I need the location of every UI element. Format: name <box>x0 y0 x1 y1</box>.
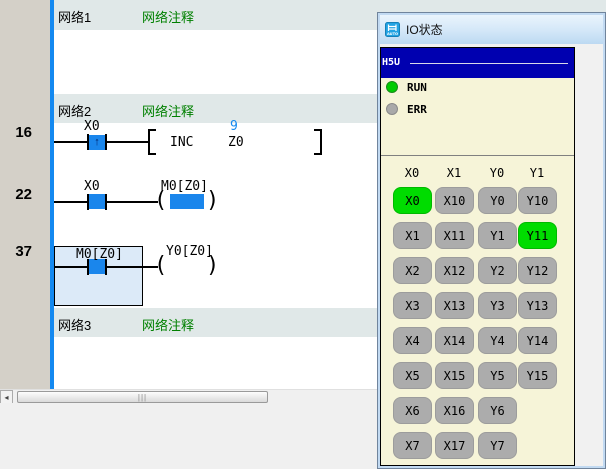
contact-right-bar <box>105 134 107 150</box>
network-2-comment[interactable]: 网络注释 <box>142 101 194 120</box>
io-cell-X4[interactable]: X4 <box>393 327 432 354</box>
io-cell-Y4[interactable]: Y4 <box>478 327 517 354</box>
io-cell-Y1[interactable]: Y1 <box>478 222 517 249</box>
dialog-title: IO状态 <box>406 21 443 38</box>
network-3-comment[interactable]: 网络注释 <box>142 315 194 334</box>
io-cell-Y3[interactable]: Y3 <box>478 292 517 319</box>
io-cell-X10[interactable]: X10 <box>435 187 474 214</box>
contact-right-bar <box>105 194 107 210</box>
dialog-titlebar[interactable]: AUTO IO状态 <box>380 15 603 44</box>
network-1-title: 网络1 <box>58 7 91 26</box>
run-led <box>386 81 398 93</box>
io-column-header-X0: X0 <box>392 166 432 180</box>
io-cell-Y0[interactable]: Y0 <box>478 187 517 214</box>
io-cell-Y2[interactable]: Y2 <box>478 257 517 284</box>
device-header-band: H5U <box>381 48 574 78</box>
io-status-auto-icon: AUTO <box>385 22 400 37</box>
io-cell-Y15[interactable]: Y15 <box>518 362 557 389</box>
horizontal-scrollbar[interactable]: ◂ ||| <box>0 389 378 403</box>
io-cell-Y7[interactable]: Y7 <box>478 432 517 459</box>
io-cell-Y13[interactable]: Y13 <box>518 292 557 319</box>
rung-16-number: 16 <box>0 124 32 141</box>
io-cell-Y6[interactable]: Y6 <box>478 397 517 424</box>
rung-37-number: 37 <box>0 243 32 260</box>
rising-edge-contact-x0[interactable]: ↑ <box>89 135 105 150</box>
io-cell-Y11[interactable]: Y11 <box>518 222 557 249</box>
network-3-title: 网络3 <box>58 315 91 334</box>
scrollbar-thumb[interactable]: ||| <box>17 391 268 403</box>
coil-label-m0z0[interactable]: M0[Z0] <box>161 179 208 194</box>
io-column-header-X1: X1 <box>434 166 474 180</box>
io-cell-X6[interactable]: X6 <box>393 397 432 424</box>
coil-label-y0z0[interactable]: Y0[Z0] <box>166 244 213 259</box>
device-header-rule <box>410 63 568 64</box>
coil-close-paren: ) <box>206 190 219 212</box>
io-cell-X15[interactable]: X15 <box>435 362 474 389</box>
io-cell-Y10[interactable]: Y10 <box>518 187 557 214</box>
io-cell-X16[interactable]: X16 <box>435 397 474 424</box>
dialog-client-area: H5U RUN ERR X0X1Y0Y1X0X1X2X3X4X5X6X7X10X… <box>380 44 603 466</box>
contact-label-m0z0[interactable]: M0[Z0] <box>76 247 123 262</box>
operand-z0[interactable]: Z0 <box>228 135 244 150</box>
io-cell-Y5[interactable]: Y5 <box>478 362 517 389</box>
rung-22-number: 22 <box>0 186 32 203</box>
io-cell-Y12[interactable]: Y12 <box>518 257 557 284</box>
io-cell-X5[interactable]: X5 <box>393 362 432 389</box>
io-panel: H5U RUN ERR X0X1Y0Y1X0X1X2X3X4X5X6X7X10X… <box>380 47 575 466</box>
io-cell-X7[interactable]: X7 <box>393 432 432 459</box>
io-column-header-Y0: Y0 <box>477 166 517 180</box>
io-cell-X13[interactable]: X13 <box>435 292 474 319</box>
io-cell-X12[interactable]: X12 <box>435 257 474 284</box>
io-status-dialog: AUTO IO状态 H5U RUN ERR X0X1Y0Y1X0X1X2X3X4… <box>377 12 606 469</box>
instruction-close-bracket <box>314 129 322 155</box>
io-cell-X0[interactable]: X0 <box>393 187 432 214</box>
io-cell-X11[interactable]: X11 <box>435 222 474 249</box>
io-cell-X1[interactable]: X1 <box>393 222 432 249</box>
autoshop-window: 网络1 网络注释 网络2 网络注释 网络3 网络注释 16 ↑ X0 INC 9… <box>0 0 606 469</box>
panel-separator <box>381 155 574 156</box>
io-cell-X3[interactable]: X3 <box>393 292 432 319</box>
contact-x0-energized[interactable] <box>89 194 105 209</box>
coil-m0z0-energized[interactable] <box>170 194 204 209</box>
device-name: H5U <box>382 57 400 68</box>
instruction-open-bracket <box>148 129 156 155</box>
io-cell-X2[interactable]: X2 <box>393 257 432 284</box>
io-column-header-Y1: Y1 <box>517 166 557 180</box>
scroll-left-button[interactable]: ◂ <box>0 390 13 404</box>
io-cell-X17[interactable]: X17 <box>435 432 474 459</box>
instruction-inc[interactable]: INC <box>170 135 193 150</box>
io-cell-Y14[interactable]: Y14 <box>518 327 557 354</box>
contact-label-x0[interactable]: X0 <box>84 119 100 134</box>
svg-text:AUTO: AUTO <box>387 32 398 36</box>
io-cell-X14[interactable]: X14 <box>435 327 474 354</box>
err-led-label: ERR <box>407 103 427 116</box>
operand-value: 9 <box>230 119 238 134</box>
err-led <box>386 103 398 115</box>
contact-label-x0[interactable]: X0 <box>84 179 100 194</box>
run-led-label: RUN <box>407 81 427 94</box>
network-2-title: 网络2 <box>58 101 91 120</box>
network-1-comment[interactable]: 网络注释 <box>142 7 194 26</box>
